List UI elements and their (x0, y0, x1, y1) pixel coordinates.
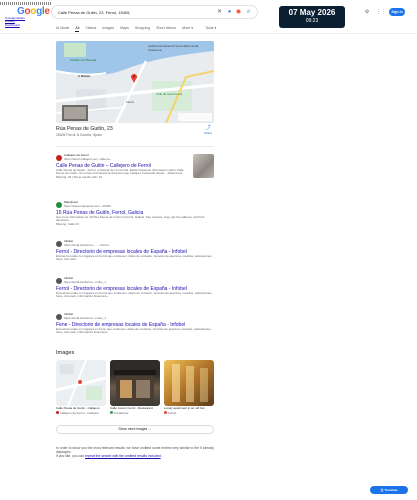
tab-ai-mode[interactable]: AI Mode (56, 26, 69, 32)
tab-short-videos[interactable]: Short videos (156, 26, 176, 32)
image-card[interactable]: Calle Juvert, Ferrol - Restaurant Tripad… (110, 360, 160, 416)
tab-all[interactable]: All (75, 26, 80, 32)
arrow-right-icon: → (148, 427, 152, 431)
section-divider (56, 146, 214, 147)
site-favicon-icon (56, 154, 62, 161)
result-thumbnail[interactable] (193, 154, 214, 178)
image-map-graphic (56, 360, 106, 406)
search-result: Callejero de Ferrol https://ferrol.calle… (56, 153, 216, 180)
result-snippet: Get more information for 15 Rúa Penas de… (56, 214, 205, 223)
result-missing: Missing: Calle 23 (56, 222, 79, 227)
search-result: Infobel https://local.infobel.es › index… (56, 312, 216, 335)
camera-search-icon[interactable]: ◉ (234, 8, 243, 17)
map-label-institute: Instituto Enseñanza Secundaria Sofía Cas… (148, 44, 199, 52)
result-url[interactable]: https://www.mapquest.com › 15405 (64, 204, 111, 209)
omitted-note-text: In order to show you the most relevant r… (56, 446, 214, 455)
result-snippet: Encuentre todas con lugares en Ferrol qu… (56, 253, 213, 262)
tab-tools[interactable]: Tools ▾ (205, 26, 216, 32)
image-thumbnail[interactable] (110, 360, 160, 406)
microphone-icon[interactable]: ● (225, 8, 234, 17)
search-input[interactable] (58, 8, 208, 17)
search-bar[interactable]: ✕ ● ◉ ⌕ (51, 5, 258, 19)
tab-images[interactable]: Images (102, 26, 114, 32)
map-label-area: A Malata (78, 74, 91, 78)
clock-date: 07 May 2026 (288, 8, 336, 17)
tab-more[interactable]: More ▾ (182, 26, 193, 32)
search-result: MapQuest https://www.mapquest.com › 1540… (56, 200, 216, 227)
image-card[interactable]: Lovely apartment in an old bui... Airbnb (164, 360, 214, 416)
settings-icon[interactable]: ⚙ (364, 9, 370, 15)
result-snippet: Encuentre todas con lugares en Fene que … (56, 326, 212, 335)
overlay-link-dashboard[interactable]: Dashboard (5, 23, 31, 27)
place-title: Rúa Penas de Guitín, 23 (56, 126, 113, 132)
result-missing: Missing: 23 | Show results with: 23 (56, 175, 102, 180)
image-source: Airbnb (164, 410, 214, 416)
tab-videos[interactable]: Videos (85, 26, 96, 32)
image-storefront-graphic (114, 370, 156, 402)
search-tabs: AI Mode All Videos Images Maps Shopping … (56, 26, 216, 32)
source-favicon-icon (56, 410, 59, 414)
translate-button[interactable]: 文 Translate (370, 486, 408, 494)
site-favicon-icon (56, 313, 62, 320)
search-result: Infobel https://local.infobel.es › index… (56, 276, 216, 299)
share-button[interactable]: ⤴ Share (203, 126, 213, 136)
image-building-graphic (172, 364, 208, 402)
result-snippet: Encuentre todas con lugares en Ferrol qu… (56, 290, 213, 299)
repeat-search-link[interactable]: repeat the search with the omitted resul… (85, 454, 161, 458)
header-divider (0, 33, 417, 34)
tab-maps[interactable]: Maps (120, 26, 129, 32)
apps-grid-icon[interactable]: ⋮⋮ (376, 9, 386, 15)
image-source: Tripadvisor (110, 410, 160, 416)
image-thumbnail[interactable] (56, 360, 106, 406)
clock-time: 09:23 (305, 18, 319, 24)
result-url[interactable]: https://local.infobel.es › ... › Ferrol (64, 243, 109, 248)
site-favicon-icon (56, 201, 62, 208)
sign-in-button[interactable]: Sign in (389, 8, 405, 16)
clock-widget: 07 May 2026 09:23 (279, 6, 345, 28)
image-card[interactable]: Calle Penas de Guitin - Callejero Callej… (56, 360, 106, 416)
overlay-links: Anzeigendaten Lookup Dashboard (5, 16, 31, 27)
omitted-results-note: In order to show you the most relevant r… (56, 446, 216, 459)
image-thumbnail[interactable] (164, 360, 214, 406)
map-label-ferrol: Ferrol (126, 100, 134, 104)
search-icon[interactable]: ⌕ (244, 8, 253, 17)
result-url[interactable]: https://ferrol.callejero.net › calle-pe.… (64, 157, 113, 162)
site-favicon-icon (56, 240, 62, 247)
tab-shopping[interactable]: Shopping (135, 26, 150, 32)
top-strip (0, 2, 52, 5)
map-label-pavilion: Pavillón de Maceda (70, 58, 97, 62)
map-graphic (56, 41, 214, 123)
place-address: 15405 Ferrol, A Coruña, Spain (56, 133, 102, 137)
map-label-club: Club de tenis Ferrol (156, 92, 183, 96)
show-more-images-button[interactable]: Show more images → (56, 425, 214, 434)
clear-icon[interactable]: ✕ (215, 8, 224, 17)
result-url[interactable]: https://local.infobel.es › index_1 (64, 280, 106, 285)
site-favicon-icon (56, 277, 62, 284)
image-source: Callejero de Ferrol - Callejero (56, 410, 106, 416)
search-result: Infobel https://local.infobel.es › ... ›… (56, 239, 216, 262)
source-favicon-icon (164, 410, 167, 414)
location-map[interactable]: Instituto Enseñanza Secundaria Sofía Cas… (56, 41, 214, 123)
result-url[interactable]: https://local.infobel.es › index_1 (64, 316, 106, 321)
source-favicon-icon (110, 410, 113, 414)
images-section-title: Images (56, 350, 75, 356)
